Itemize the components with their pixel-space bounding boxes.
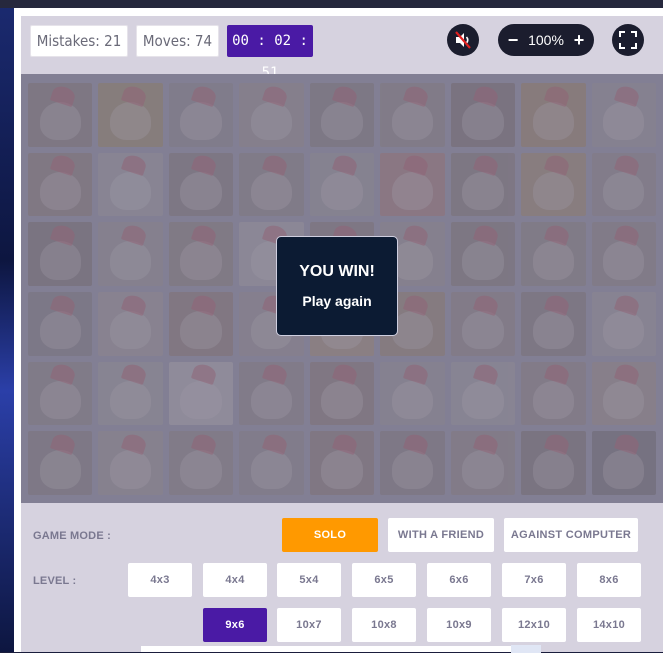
- zoom-level: 100%: [528, 32, 564, 48]
- level-4x4-button[interactable]: 4x4: [203, 563, 267, 597]
- mute-button[interactable]: [447, 24, 479, 56]
- level-5x4-button[interactable]: 5x4: [277, 563, 341, 597]
- level-6x5-button[interactable]: 6x5: [352, 563, 416, 597]
- toolbar: Mistakes: 21 Moves: 74 00 : 02 : 51 − 10…: [21, 16, 663, 81]
- level-7x6-button[interactable]: 7x6: [502, 563, 566, 597]
- level-9x6-button[interactable]: 9x6: [203, 608, 267, 642]
- level-14x10-button[interactable]: 14x10: [577, 608, 641, 642]
- game-board: YOU WIN! Play again: [21, 74, 663, 503]
- fullscreen-button[interactable]: [612, 24, 644, 56]
- game-panel: Mistakes: 21 Moves: 74 00 : 02 : 51 − 10…: [21, 16, 663, 653]
- level-6x6-button[interactable]: 6x6: [427, 563, 491, 597]
- speaker-muted-icon: [455, 31, 471, 49]
- mode-with-friend-button[interactable]: WITH A FRIEND: [388, 518, 494, 552]
- zoom-in-button[interactable]: +: [572, 24, 586, 56]
- level-10x9-button[interactable]: 10x9: [427, 608, 491, 642]
- zoom-control: − 100% +: [498, 24, 594, 56]
- win-dialog[interactable]: YOU WIN! Play again: [276, 236, 398, 336]
- top-strip: [0, 0, 663, 8]
- ad-banner: [141, 645, 541, 653]
- mode-against-computer-button[interactable]: AGAINST COMPUTER: [504, 518, 638, 552]
- game-mode-label: GAME MODE :: [33, 530, 111, 542]
- level-4x3-button[interactable]: 4x3: [128, 563, 192, 597]
- win-title: YOU WIN!: [299, 263, 375, 280]
- zoom-out-button[interactable]: −: [506, 24, 520, 56]
- mode-solo-button[interactable]: SOLO: [282, 518, 378, 552]
- game-app: Mistakes: 21 Moves: 74 00 : 02 : 51 − 10…: [14, 8, 663, 653]
- mistakes-counter: Mistakes: 21: [30, 25, 128, 57]
- level-12x10-button[interactable]: 12x10: [502, 608, 566, 642]
- fullscreen-icon: [619, 31, 637, 49]
- play-again-button[interactable]: Play again: [277, 293, 397, 309]
- moves-counter: Moves: 74: [136, 25, 219, 57]
- level-10x8-button[interactable]: 10x8: [352, 608, 416, 642]
- level-10x7-button[interactable]: 10x7: [277, 608, 341, 642]
- game-timer: 00 : 02 : 51: [227, 25, 313, 81]
- level-label: LEVEL :: [33, 575, 77, 587]
- level-8x6-button[interactable]: 8x6: [577, 563, 641, 597]
- page-background: [0, 0, 14, 652]
